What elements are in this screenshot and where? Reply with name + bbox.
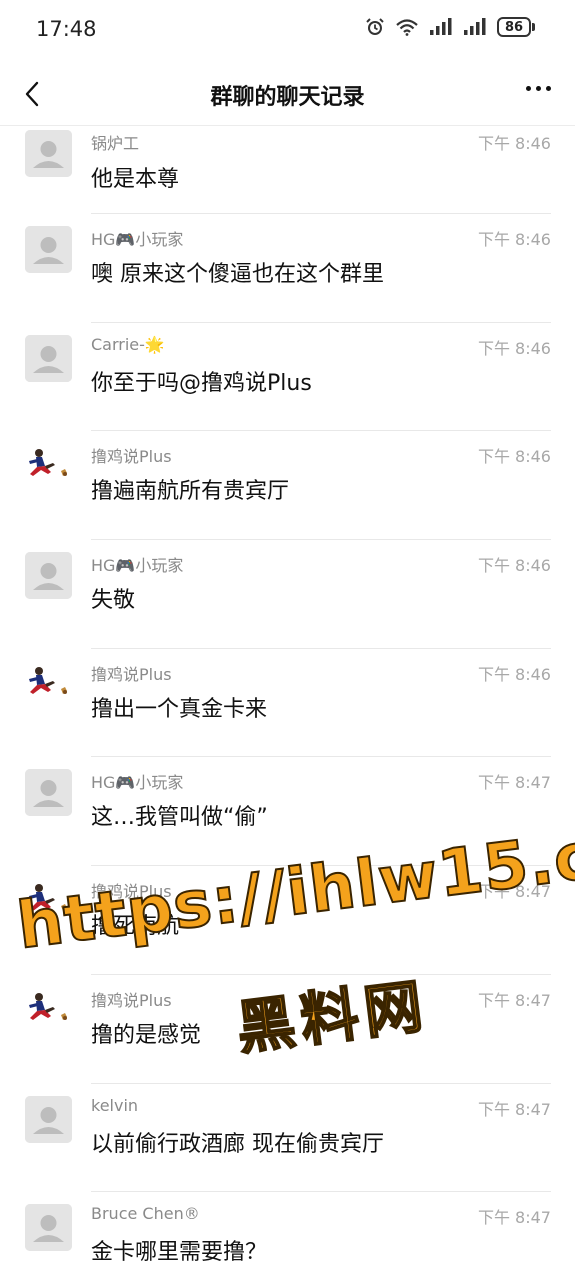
default-avatar-icon[interactable] [25, 769, 72, 817]
chat-message[interactable]: kelvin 下午 8:47 以前偷行政酒廊 现在偷贵宾厅 [0, 1084, 575, 1193]
default-avatar-icon[interactable] [25, 130, 72, 177]
message-time: 下午 8:46 [477, 338, 551, 358]
message-time: 下午 8:47 [477, 882, 551, 902]
message-text: 以前偷行政酒廊 现在偷贵宾厅 [91, 1131, 384, 1157]
status-time: 17:48 [36, 17, 97, 41]
message-sender: kelvin [91, 1095, 139, 1115]
battery-level: 86 [497, 17, 531, 37]
message-time: 下午 8:46 [477, 664, 551, 684]
more-dot-icon [526, 86, 531, 91]
runner-avatar-icon[interactable] [25, 443, 72, 491]
default-avatar-icon[interactable] [25, 1204, 72, 1252]
message-time: 下午 8:47 [477, 773, 551, 793]
default-avatar-icon[interactable] [25, 552, 72, 600]
message-sender: HG🎮小玩家 [91, 773, 184, 793]
message-text: 撸出一个真金卡来 [91, 696, 268, 722]
battery-icon: 86 [497, 17, 535, 37]
page-title: 群聊的聊天记录 [210, 85, 365, 110]
runner-avatar-icon[interactable] [25, 660, 72, 708]
chat-message[interactable]: HG🎮小玩家 下午 8:46 失敬 [0, 540, 575, 649]
message-sender: HG🎮小玩家 [91, 230, 184, 249]
chat-message[interactable]: Carrie-🌟 下午 8:46 你至于吗@撸鸡说Plus [0, 323, 575, 432]
signal-icon-sim1 [429, 18, 453, 36]
message-sender: 锅炉工 [91, 134, 140, 153]
more-dot-icon [546, 86, 551, 91]
message-time: 下午 8:46 [477, 447, 551, 467]
default-avatar-icon[interactable] [25, 334, 72, 382]
message-text: 撸死南航 [91, 914, 180, 940]
chat-message[interactable]: 撸鸡说Plus 下午 8:47 撸死南航 [0, 866, 575, 975]
message-time: 下午 8:47 [477, 1208, 551, 1228]
wifi-icon [395, 18, 419, 36]
message-sender: 撸鸡说Plus [91, 664, 172, 684]
chat-message[interactable]: 撸鸡说Plus 下午 8:46 撸出一个真金卡来 [0, 649, 575, 758]
message-sender: Carrie-🌟 [91, 334, 165, 354]
message-sender: Bruce Chen® [91, 1204, 200, 1224]
message-text: 你至于吗@撸鸡说Plus [91, 370, 312, 396]
runner-avatar-icon[interactable] [25, 878, 72, 926]
message-time: 下午 8:46 [477, 134, 551, 153]
message-text: 金卡哪里需要撸？ [91, 1240, 268, 1266]
message-text: 失敬 [91, 588, 136, 614]
default-avatar-icon[interactable] [25, 226, 72, 273]
message-sender: HG🎮小玩家 [91, 556, 184, 576]
more-options-button[interactable] [526, 86, 551, 91]
default-avatar-icon[interactable] [25, 1095, 72, 1143]
message-time: 下午 8:47 [477, 990, 551, 1010]
chat-history-list[interactable]: 锅炉工 下午 8:46 他是本尊 HG🎮小玩家 下午 8:46 噢 原来这个傻逼也在这个群… [0, 127, 575, 1280]
message-sender: 撸鸡说Plus [91, 990, 172, 1010]
nav-bar: 群聊的聊天记录 [0, 62, 575, 126]
alarm-icon [365, 17, 385, 37]
runner-avatar-icon[interactable] [25, 986, 72, 1034]
message-sender: 撸鸡说Plus [91, 447, 172, 467]
chat-message[interactable]: 锅炉工 下午 8:46 他是本尊 [0, 127, 575, 214]
signal-icon-sim2 [463, 18, 487, 36]
message-text: 撸的是感觉 [91, 1022, 202, 1048]
message-sender: 撸鸡说Plus [91, 882, 172, 902]
chat-message[interactable]: HG🎮小玩家 下午 8:46 噢 原来这个傻逼也在这个群里 [0, 214, 575, 323]
chat-message[interactable]: 撸鸡说Plus 下午 8:47 撸的是感觉 [0, 975, 575, 1084]
message-time: 下午 8:47 [477, 1099, 551, 1119]
message-text: 噢 原来这个傻逼也在这个群里 [91, 262, 384, 287]
chat-message[interactable]: 撸鸡说Plus 下午 8:46 撸遍南航所有贵宾厅 [0, 431, 575, 541]
status-bar: 17:48 86 [0, 0, 575, 62]
message-time: 下午 8:46 [477, 556, 551, 576]
chat-message[interactable]: HG🎮小玩家 下午 8:47 这…我管叫做“偷” [0, 757, 575, 867]
status-icons: 86 [365, 17, 535, 37]
more-dot-icon [536, 86, 541, 91]
message-text: 撸遍南航所有贵宾厅 [91, 479, 290, 505]
message-time: 下午 8:46 [477, 230, 551, 249]
message-text: 他是本尊 [91, 167, 180, 192]
chat-message[interactable]: Bruce Chen® 下午 8:47 金卡哪里需要撸？ [0, 1192, 575, 1280]
message-text: 这…我管叫做“偷” [91, 805, 268, 831]
